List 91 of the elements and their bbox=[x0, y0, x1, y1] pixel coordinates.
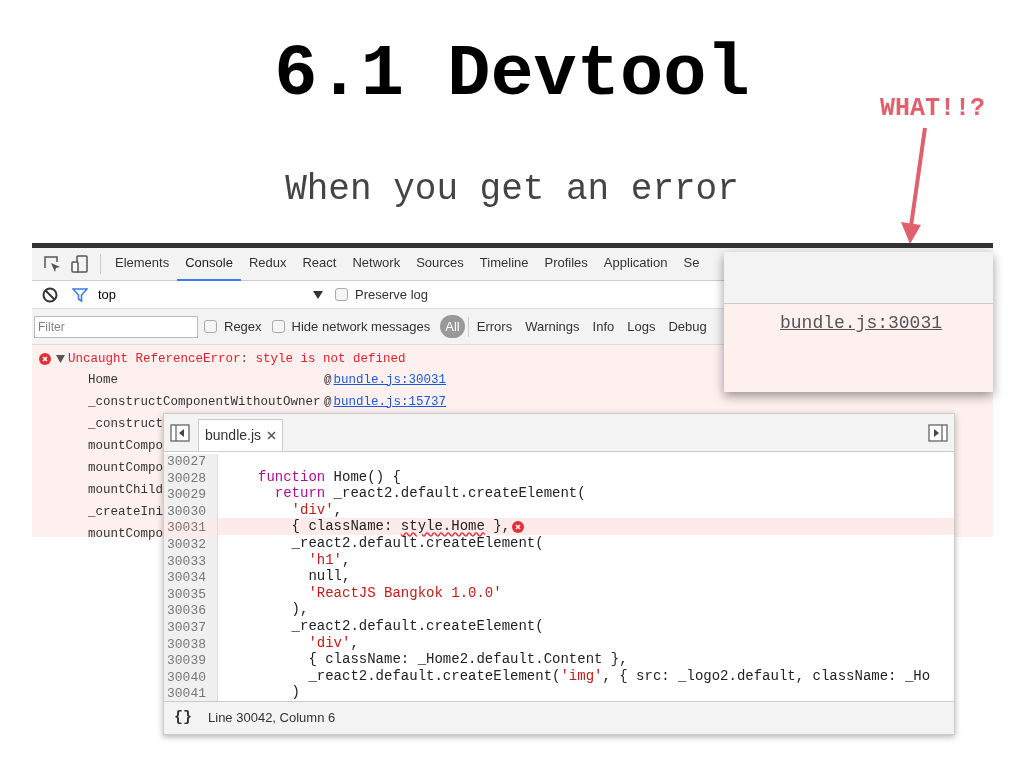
line-number: 30028 bbox=[166, 470, 207, 488]
devtools-tab[interactable]: Application bbox=[595, 247, 676, 281]
cursor-position: Line 30042, Column 6 bbox=[208, 709, 336, 728]
line-number: 30030 bbox=[166, 503, 207, 521]
code-text: , { src: _logo2.default, className: _Ho bbox=[602, 667, 931, 685]
code-text: _react2.default.createElement( bbox=[307, 667, 561, 685]
code-text: ) bbox=[290, 684, 300, 701]
line-number: 30037 bbox=[166, 619, 207, 637]
devtools-tab[interactable]: Profiles bbox=[536, 247, 596, 281]
line-number: 30034 bbox=[166, 570, 207, 587]
level-filter[interactable]: Errors bbox=[471, 316, 518, 337]
code-text: 'img' bbox=[560, 667, 603, 685]
code-text: _react2.default.createElement( bbox=[290, 618, 544, 635]
checkbox[interactable] bbox=[335, 288, 348, 301]
code-text: , bbox=[333, 501, 343, 519]
error-icon bbox=[39, 353, 51, 365]
code-text: , bbox=[342, 551, 351, 569]
checkbox-label: Regex bbox=[224, 317, 262, 336]
code-text: function bbox=[258, 468, 326, 486]
line-number: 30029 bbox=[166, 487, 207, 504]
level-filter[interactable]: Debug bbox=[663, 316, 712, 337]
file-tab[interactable]: bundle.js bbox=[198, 419, 284, 451]
error-icon bbox=[512, 520, 525, 533]
stack-frame-name: Home bbox=[88, 371, 119, 389]
devtools-tab[interactable]: Se bbox=[675, 247, 708, 281]
at-sign: @ bbox=[324, 393, 332, 411]
line-number: 30040 bbox=[166, 669, 207, 687]
at-sign: @ bbox=[324, 371, 332, 389]
line-number: 30039 bbox=[166, 653, 207, 670]
close-icon[interactable] bbox=[267, 431, 277, 440]
checkbox-label: Preserve log bbox=[355, 285, 428, 304]
slide-subtitle: When you get an error bbox=[285, 169, 739, 210]
clear-icon[interactable] bbox=[42, 286, 58, 303]
navigator-toggle-icon[interactable] bbox=[170, 424, 190, 442]
stack-frame-name: mountCompo bbox=[88, 437, 163, 455]
line-number: 30033 bbox=[166, 553, 207, 571]
code-text: 'ReactJS Bangkok 1.0.0' bbox=[307, 584, 502, 602]
devtools-tab[interactable]: Network bbox=[344, 247, 409, 281]
code-text: _react2.default.createElement( bbox=[290, 535, 544, 552]
code-text: style.Home bbox=[400, 518, 485, 536]
code-text: return bbox=[273, 485, 326, 502]
code-text: { className: bbox=[290, 518, 394, 536]
inspect-icon[interactable] bbox=[42, 254, 62, 274]
level-filter[interactable]: Info bbox=[587, 316, 620, 337]
line-number: 30035 bbox=[166, 586, 207, 604]
code-text: 'div' bbox=[307, 634, 351, 652]
devtools-tab[interactable]: Timeline bbox=[471, 247, 537, 281]
devtools-tab[interactable]: Redux bbox=[240, 247, 295, 281]
code-text: Home() { bbox=[332, 468, 401, 486]
source-link[interactable]: bundle.js:30031 bbox=[333, 370, 447, 390]
stack-frame-name: mountChild bbox=[88, 481, 163, 499]
devtools-tab[interactable]: Elements bbox=[107, 247, 178, 281]
line-number: 30032 bbox=[166, 536, 207, 554]
devtools-tab[interactable]: Sources bbox=[408, 247, 472, 281]
slide-title: 6.1 Devtool bbox=[274, 34, 750, 116]
code-text: null, bbox=[307, 568, 351, 585]
code-text: }, bbox=[492, 518, 511, 536]
pretty-print-button[interactable]: {} bbox=[174, 706, 192, 730]
level-filter[interactable]: Logs bbox=[622, 316, 661, 337]
line-number: 30027 bbox=[166, 454, 207, 471]
stack-frame-name: _constructComponentWithoutOwner bbox=[88, 393, 322, 411]
code-text: 'div' bbox=[290, 501, 334, 519]
filter-field[interactable]: Filter bbox=[34, 315, 198, 338]
context-select[interactable]: top bbox=[98, 284, 323, 305]
stack-frame-name: mountCompo bbox=[88, 459, 163, 477]
line-number: 30031 bbox=[164, 520, 217, 537]
source-link[interactable]: bundle.js:30031 bbox=[780, 313, 943, 333]
code-text: , bbox=[350, 634, 359, 652]
callout-text: WHAT!!? bbox=[880, 93, 986, 125]
code-text: ), bbox=[290, 601, 309, 619]
line-number: 30041 bbox=[166, 686, 207, 701]
line-number: 30038 bbox=[166, 636, 207, 654]
stack-frame-name: _construct bbox=[88, 415, 163, 433]
checkbox-label: Hide network messages bbox=[291, 317, 431, 336]
stack-frame-name: mountCompo bbox=[88, 525, 163, 543]
level-filter[interactable]: Warnings bbox=[520, 316, 585, 337]
source-link[interactable]: bundle.js:15737 bbox=[333, 392, 447, 412]
devtools-tab[interactable]: React bbox=[294, 247, 345, 281]
code-text: _react2.default.createElement( bbox=[332, 485, 586, 502]
expand-triangle-icon[interactable] bbox=[56, 355, 65, 363]
stack-frame-name: _createIni bbox=[88, 503, 163, 521]
device-icon[interactable] bbox=[70, 254, 90, 274]
error-message: Uncaught ReferenceError: style is not defined bbox=[68, 350, 406, 368]
filter-icon[interactable] bbox=[72, 286, 88, 303]
sidebar-toggle-icon[interactable] bbox=[928, 424, 948, 442]
caret-icon bbox=[313, 290, 323, 299]
code-text: { className: _Home2.default.Content }, bbox=[307, 651, 628, 668]
line-number: 30036 bbox=[166, 603, 207, 620]
checkbox[interactable] bbox=[271, 320, 285, 333]
code-text: 'h1' bbox=[307, 551, 342, 569]
checkbox[interactable] bbox=[204, 320, 217, 333]
